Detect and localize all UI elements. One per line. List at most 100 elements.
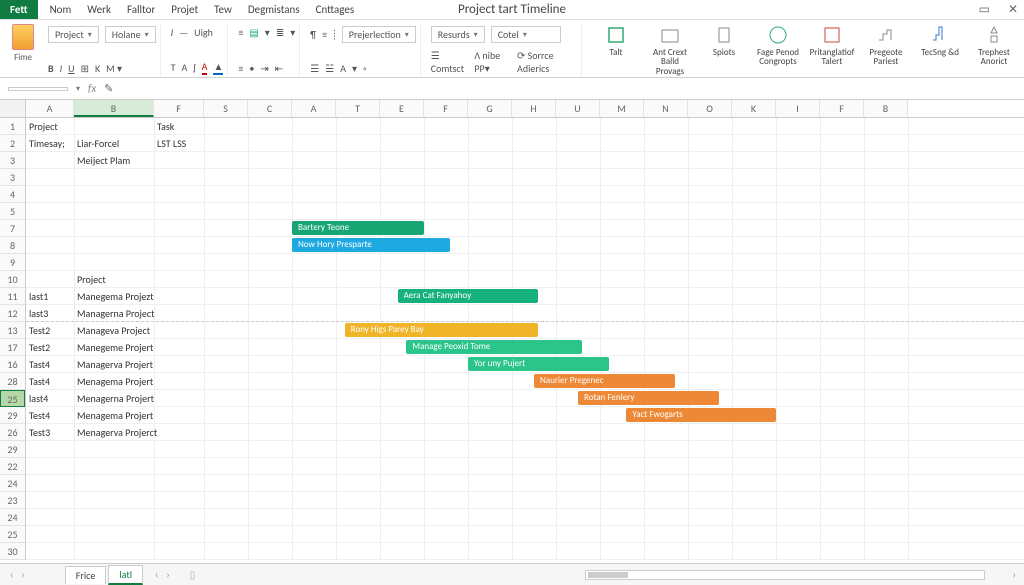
col-header[interactable]: M [600, 100, 644, 117]
gantt-bar[interactable]: Manage Peoxid Tome [406, 340, 582, 354]
indent-icon[interactable]: ⇥ [260, 62, 268, 75]
align2-icon[interactable]: ≣ [276, 26, 284, 39]
cell-grid[interactable]: ProjectTaskTimesay;Liar-ForcelLST LSSMei… [26, 118, 1024, 560]
cell[interactable]: Meiject Plam [74, 152, 184, 169]
cell[interactable]: Project [26, 118, 104, 135]
paste-icon[interactable] [12, 24, 34, 50]
row-header[interactable]: 24 [0, 475, 25, 492]
app-button[interactable]: Fett [0, 0, 38, 19]
ribbon-btn-7[interactable]: Trephest Anorict [970, 24, 1018, 77]
cell[interactable]: Menagerva Projerct [74, 424, 184, 441]
cell[interactable]: Task [154, 118, 234, 135]
col-header[interactable]: I [776, 100, 820, 117]
col-header[interactable]: S [204, 100, 248, 117]
cell[interactable]: LST LSS [154, 135, 234, 152]
size-select[interactable]: Holane▾ [105, 26, 156, 43]
menu-nom[interactable]: Nom [50, 3, 72, 16]
menu-tew[interactable]: Tew [214, 3, 232, 16]
row-header[interactable]: 17 [0, 339, 25, 356]
row-header[interactable]: 1 [0, 118, 25, 135]
row-header[interactable]: 25 [0, 526, 25, 543]
cell[interactable]: Menagema Projert [74, 373, 184, 390]
align-left-icon[interactable]: ≡ [238, 26, 243, 39]
row4-icon[interactable]: ◦ [363, 62, 367, 75]
row-header[interactable]: 29 [0, 441, 25, 458]
row-header[interactable]: 3 [0, 169, 25, 186]
row2-icon[interactable]: ☱ [325, 62, 334, 75]
row-header[interactable]: 24 [0, 509, 25, 526]
cell[interactable]: Manegeme Projert [74, 339, 184, 356]
scroll-right-icon[interactable]: › [1005, 568, 1024, 581]
row-header[interactable]: 23 [0, 492, 25, 509]
results-select[interactable]: Resurds▾ [431, 26, 485, 43]
row-header[interactable]: 3 [0, 152, 25, 169]
col-header[interactable]: B [864, 100, 908, 117]
source-icon[interactable]: ⟳ Sorrce Adierics [517, 49, 577, 75]
more-icon[interactable]: M ▾ [106, 62, 122, 75]
menu-degmistans[interactable]: Degmistans [248, 3, 300, 16]
strike-icon[interactable]: K [95, 62, 100, 75]
row-header[interactable]: 28 [0, 373, 25, 390]
namebox-chevron-icon[interactable]: ▾ [76, 84, 80, 94]
gantt-bar[interactable]: Now Hory Presparte [292, 238, 450, 252]
col-header[interactable]: F [154, 100, 204, 117]
italic2-icon[interactable]: I [171, 26, 174, 39]
ribbon-btn-4[interactable]: Pritanglatiof Talert [808, 24, 856, 77]
col-header[interactable]: T [336, 100, 380, 117]
row-header[interactable]: 10 [0, 271, 25, 288]
italic-icon[interactable]: I [60, 62, 63, 75]
select-all-corner[interactable] [0, 100, 26, 117]
num-icon[interactable]: ⁞ [333, 28, 336, 41]
row1-icon[interactable]: ☰ [310, 62, 319, 75]
row-header[interactable]: 9 [0, 254, 25, 271]
sheet-prev-icon[interactable]: ‹ [10, 568, 13, 581]
cell[interactable]: Menagerna Projert [74, 390, 184, 407]
col-header[interactable]: A [292, 100, 336, 117]
para-icon[interactable]: ¶ [310, 28, 316, 41]
col-header[interactable]: E [380, 100, 424, 117]
cell[interactable]: Project [74, 271, 184, 288]
row-header[interactable]: 4 [0, 186, 25, 203]
row-header[interactable]: 11 [0, 288, 25, 305]
list-icon[interactable]: ≡ [322, 28, 327, 41]
row-header[interactable]: 22 [0, 458, 25, 475]
gantt-bar[interactable]: Yact Fwogarts [626, 408, 776, 422]
sheet-next-icon[interactable]: › [21, 568, 24, 581]
gantt-bar[interactable]: Rotan Fenlery [578, 391, 719, 405]
ribbon-btn-3[interactable]: Fage Penod Congropts [754, 24, 802, 77]
tab-prev-icon[interactable]: ‹ [155, 568, 158, 581]
name-box[interactable] [8, 87, 68, 91]
row-header[interactable]: 26 [0, 424, 25, 441]
font-color-icon[interactable]: A [202, 60, 208, 75]
col-header[interactable]: F [820, 100, 864, 117]
tab-next-icon[interactable]: › [166, 568, 169, 581]
col-header[interactable]: H [512, 100, 556, 117]
ribbon-btn-0[interactable]: Talt [592, 24, 640, 77]
gantt-bar[interactable]: Bartery Teone [292, 221, 424, 235]
menu-falltor[interactable]: Falltor [127, 3, 155, 16]
row-header[interactable]: 13 [0, 322, 25, 339]
col-header[interactable]: U [556, 100, 600, 117]
cell[interactable]: Managerna Project [74, 305, 184, 322]
gantt-bar[interactable]: Aera Cat Fanyahoy [398, 289, 539, 303]
window-restore-icon[interactable]: ▭ [979, 2, 990, 17]
gantt-bar[interactable]: Naurier Pregenec [534, 374, 675, 388]
row-header[interactable]: 25 [0, 390, 25, 407]
fx-icon[interactable]: fx [88, 82, 96, 95]
sheet-tab[interactable]: Frice [65, 566, 107, 584]
doc-icon[interactable]: ▤ [249, 26, 258, 39]
row-header[interactable]: 12 [0, 305, 25, 322]
gantt-bar[interactable]: Rony Higs Parey Bay [345, 323, 539, 337]
col-header[interactable]: C [248, 100, 292, 117]
align-center-icon[interactable]: ≡ [238, 62, 243, 75]
nibe-icon[interactable]: Λ nibe PP▾ [474, 49, 511, 75]
ribbon-btn-1[interactable]: Ant Crext Balld Provags [646, 24, 694, 77]
col-header[interactable]: G [468, 100, 512, 117]
gantt-bar[interactable]: Yor uny Pujert [468, 357, 609, 371]
row-header[interactable]: 29 [0, 407, 25, 424]
menu-cnttages[interactable]: Cnttages [316, 3, 355, 16]
row-header[interactable]: 30 [0, 543, 25, 560]
a-icon[interactable]: A [181, 61, 187, 74]
menu-werk[interactable]: Werk [87, 3, 111, 16]
outdent-icon[interactable]: ⇤ [275, 62, 283, 75]
